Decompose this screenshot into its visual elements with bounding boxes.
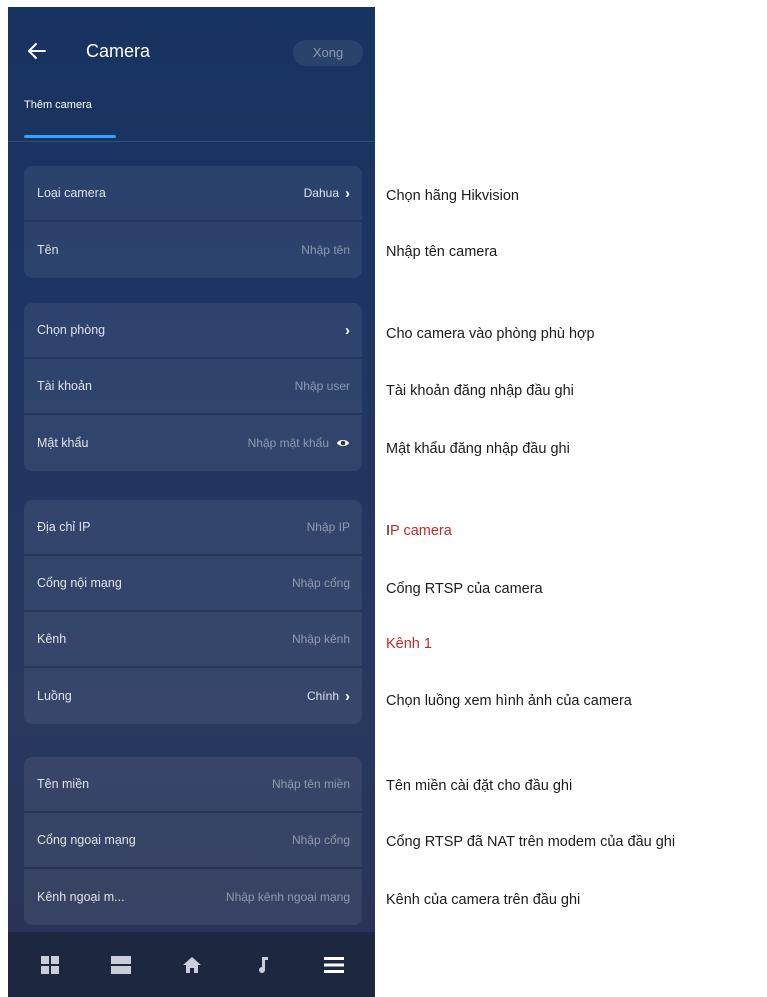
note-domain: Tên miền cài đặt cho đầu ghi (386, 778, 573, 794)
ip-input[interactable]: Nhập IP (307, 520, 350, 534)
row-label: Kênh (37, 632, 67, 646)
row-channel[interactable]: Kênh Nhập kênh (24, 612, 362, 668)
note-password: Mật khẩu đăng nhập đầu ghi (386, 441, 570, 457)
chevron-right-icon: › (345, 184, 350, 202)
chevron-right-icon: › (345, 321, 350, 339)
account-input[interactable]: Nhập user (295, 379, 350, 393)
row-local-port[interactable]: Cổng nội mạng Nhập cổng (24, 556, 362, 612)
row-account[interactable]: Tài khoản Nhập user (24, 359, 362, 415)
row-label: Tài khoản (37, 379, 92, 393)
row-value: › (339, 322, 350, 339)
password-placeholder: Nhập mật khẩu (247, 436, 329, 450)
channel-input[interactable]: Nhập kênh (292, 632, 350, 646)
music-icon[interactable] (251, 953, 275, 977)
row-label: Tên (37, 243, 59, 257)
group-account: Chọn phòng › Tài khoản Nhập user Mật khẩ… (24, 303, 362, 471)
back-arrow-icon[interactable] (26, 39, 48, 63)
note-ip-rest: P camera (390, 523, 452, 539)
row-password[interactable]: Mật khẩu Nhập mật khẩu (24, 415, 362, 471)
note-camera-type: Chọn hãng Hikvision (386, 188, 519, 204)
row-camera-type[interactable]: Loại camera Dahua › (24, 166, 362, 222)
camera-type-value: Dahua (303, 186, 339, 200)
done-button[interactable]: Xong (293, 40, 363, 66)
domain-input[interactable]: Nhập tên miền (272, 777, 350, 791)
row-external-channel[interactable]: Kênh ngoại m... Nhập kênh ngoại mạng (24, 869, 362, 925)
group-external: Tên miền Nhập tên miền Cổng ngoại mạng N… (24, 757, 362, 925)
row-label: Chọn phòng (37, 323, 106, 337)
stream-value: Chính (306, 689, 339, 703)
row-label: Địa chỉ IP (37, 520, 91, 534)
row-label: Mật khẩu (37, 436, 89, 450)
note-channel: Kênh 1 (386, 636, 432, 652)
external-port-input[interactable]: Nhập cổng (292, 833, 350, 847)
page-title: Camera (86, 41, 151, 61)
row-domain[interactable]: Tên miền Nhập tên miền (24, 757, 362, 813)
row-external-port[interactable]: Cổng ngoại mạng Nhập cổng (24, 813, 362, 869)
row-value: Chính › (307, 688, 350, 705)
row-ip[interactable]: Địa chỉ IP Nhập IP (24, 500, 362, 556)
tab-add-camera[interactable]: Thêm camera (24, 99, 92, 111)
note-ip: IP camera (386, 523, 452, 539)
row-label: Cổng nội mạng (37, 576, 122, 590)
row-name[interactable]: Tên Nhập tên (24, 222, 362, 278)
list-icon[interactable] (109, 953, 133, 977)
password-field[interactable]: Nhập mật khẩu (248, 436, 350, 450)
row-room[interactable]: Chọn phòng › (24, 303, 362, 359)
local-port-input[interactable]: Nhập cổng (292, 576, 350, 590)
note-port: Cổng RTSP của camera (386, 581, 543, 597)
note-external-port: Cổng RTSP đã NAT trên modem của đầu ghi (386, 834, 676, 850)
note-external-channel: Kênh của camera trên đầu ghi (386, 892, 581, 908)
tab-indicator (24, 135, 116, 138)
row-label: Loại camera (37, 186, 106, 200)
home-icon[interactable] (180, 953, 204, 977)
grid-icon[interactable] (38, 953, 62, 977)
row-label: Cổng ngoại mạng (37, 833, 136, 847)
bottom-nav (8, 932, 375, 997)
note-room: Cho camera vào phòng phù hợp (386, 326, 595, 342)
external-channel-input[interactable]: Nhập kênh ngoại mạng (226, 890, 350, 904)
row-label: Kênh ngoại m... (37, 890, 125, 904)
note-name: Nhập tên camera (386, 244, 498, 260)
note-stream: Chọn luồng xem hình ảnh của camera (386, 693, 632, 709)
row-label: Tên miền (37, 777, 90, 791)
row-value: Dahua › (304, 185, 350, 202)
app-screen: Camera Xong Thêm camera Loại camera Dahu… (8, 7, 375, 997)
menu-icon[interactable] (322, 953, 346, 977)
header: Camera Xong Thêm camera (8, 7, 375, 142)
group-camera-basic: Loại camera Dahua › Tên Nhập tên (24, 166, 362, 278)
group-network: Địa chỉ IP Nhập IP Cổng nội mạng Nhập cổ… (24, 500, 362, 724)
chevron-right-icon: › (345, 687, 350, 705)
note-account: Tài khoản đăng nhập đầu ghi (386, 383, 574, 399)
row-label: Luồng (37, 689, 72, 703)
row-stream[interactable]: Luồng Chính › (24, 668, 362, 724)
eye-icon[interactable] (336, 436, 350, 450)
divider (8, 141, 375, 142)
name-input[interactable]: Nhập tên (301, 243, 350, 257)
